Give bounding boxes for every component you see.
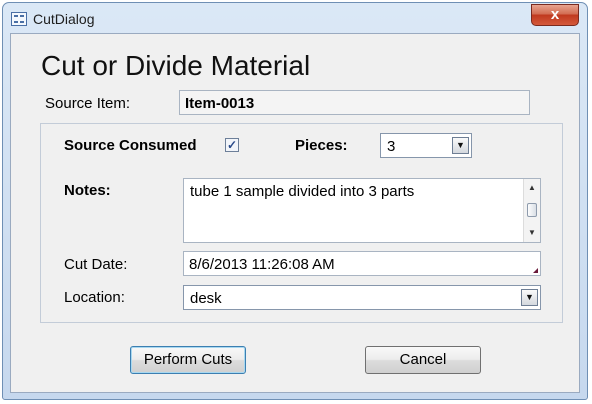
date-picker-marker-icon bbox=[533, 268, 538, 273]
dialog-body: Cut or Divide Material Source Item: Item… bbox=[10, 33, 580, 393]
source-consumed-label: Source Consumed bbox=[64, 137, 197, 154]
chevron-down-icon[interactable]: ▼ bbox=[521, 289, 538, 306]
cut-date-field[interactable]: 8/6/2013 11:26:08 AM bbox=[183, 251, 541, 276]
page-title: Cut or Divide Material bbox=[41, 50, 311, 81]
notes-scrollbar[interactable]: ▲ ▼ bbox=[523, 179, 540, 242]
cut-date-value: 8/6/2013 11:26:08 AM bbox=[189, 256, 335, 273]
location-value: desk bbox=[190, 290, 222, 307]
form-icon bbox=[11, 12, 27, 26]
pieces-label: Pieces: bbox=[295, 137, 348, 154]
checkmark-icon: ✓ bbox=[226, 138, 238, 152]
source-item-field[interactable]: Item-0013 bbox=[179, 90, 530, 115]
cancel-button[interactable]: Cancel bbox=[365, 346, 481, 374]
location-select[interactable]: desk ▼ bbox=[183, 285, 541, 310]
chevron-down-icon[interactable]: ▼ bbox=[452, 137, 469, 154]
pieces-value: 3 bbox=[387, 138, 396, 155]
source-item-value: Item-0013 bbox=[185, 95, 255, 112]
notes-value: tube 1 sample divided into 3 parts bbox=[190, 183, 415, 200]
perform-cuts-button[interactable]: Perform Cuts bbox=[130, 346, 246, 374]
scroll-down-arrow-icon[interactable]: ▼ bbox=[524, 226, 540, 240]
close-button[interactable]: x bbox=[531, 4, 579, 26]
notes-textarea[interactable]: tube 1 sample divided into 3 parts ▲ ▼ bbox=[183, 178, 541, 243]
source-item-label: Source Item: bbox=[45, 95, 131, 112]
scrollbar-thumb[interactable] bbox=[527, 203, 537, 217]
window-title: CutDialog bbox=[33, 11, 95, 27]
location-label: Location: bbox=[64, 289, 125, 306]
title-bar[interactable]: CutDialog x bbox=[3, 3, 587, 37]
source-consumed-checkbox[interactable]: ✓ bbox=[225, 138, 239, 152]
dialog-window: CutDialog x Cut or Divide Material Sourc… bbox=[2, 2, 588, 400]
scroll-up-arrow-icon[interactable]: ▲ bbox=[524, 181, 540, 195]
notes-label: Notes: bbox=[64, 182, 111, 199]
cut-date-label: Cut Date: bbox=[64, 256, 128, 273]
close-icon: x bbox=[550, 6, 560, 23]
pieces-select[interactable]: 3 ▼ bbox=[380, 133, 472, 158]
